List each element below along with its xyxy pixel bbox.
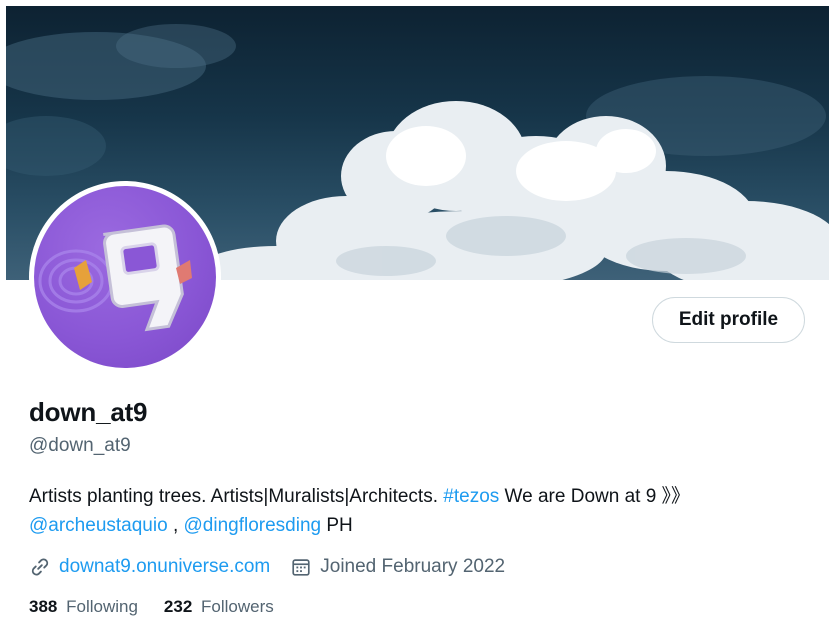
- profile-meta: downat9.onuniverse.com Joined February 2…: [29, 553, 525, 581]
- bio-separator: ,: [172, 515, 179, 536]
- following-label: Following: [66, 597, 138, 616]
- down-at-9-logo-icon: [38, 224, 192, 332]
- website-item: downat9.onuniverse.com: [29, 556, 270, 578]
- mention-link[interactable]: @dingfloresding: [184, 515, 322, 536]
- bio-text: Artists planting trees. Artists|Muralist…: [29, 486, 438, 507]
- following-count: 388: [29, 597, 58, 616]
- display-name: down_at9: [29, 397, 148, 427]
- followers-link[interactable]: 232 Followers: [164, 597, 274, 617]
- follow-stats: 388 Following 232 Followers: [29, 597, 300, 617]
- calendar-icon: [292, 559, 310, 576]
- profile-bio: Artists planting trees. Artists|Muralist…: [29, 482, 819, 540]
- following-link[interactable]: 388 Following: [29, 597, 138, 617]
- bio-text: PH: [326, 515, 353, 536]
- avatar[interactable]: [34, 186, 216, 368]
- website-link[interactable]: downat9.onuniverse.com: [59, 556, 270, 578]
- followers-label: Followers: [201, 597, 274, 616]
- user-handle: @down_at9: [29, 435, 131, 456]
- link-icon: [31, 558, 49, 576]
- joined-item: Joined February 2022: [290, 556, 505, 578]
- mention-link[interactable]: @archeustaquio: [29, 515, 168, 536]
- edit-profile-button[interactable]: Edit profile: [652, 297, 805, 343]
- bio-text: We are Down at 9 》》: [504, 486, 691, 507]
- followers-count: 232: [163, 597, 193, 616]
- hashtag-link[interactable]: #tezos: [443, 486, 499, 507]
- joined-date: Joined February 2022: [320, 556, 506, 577]
